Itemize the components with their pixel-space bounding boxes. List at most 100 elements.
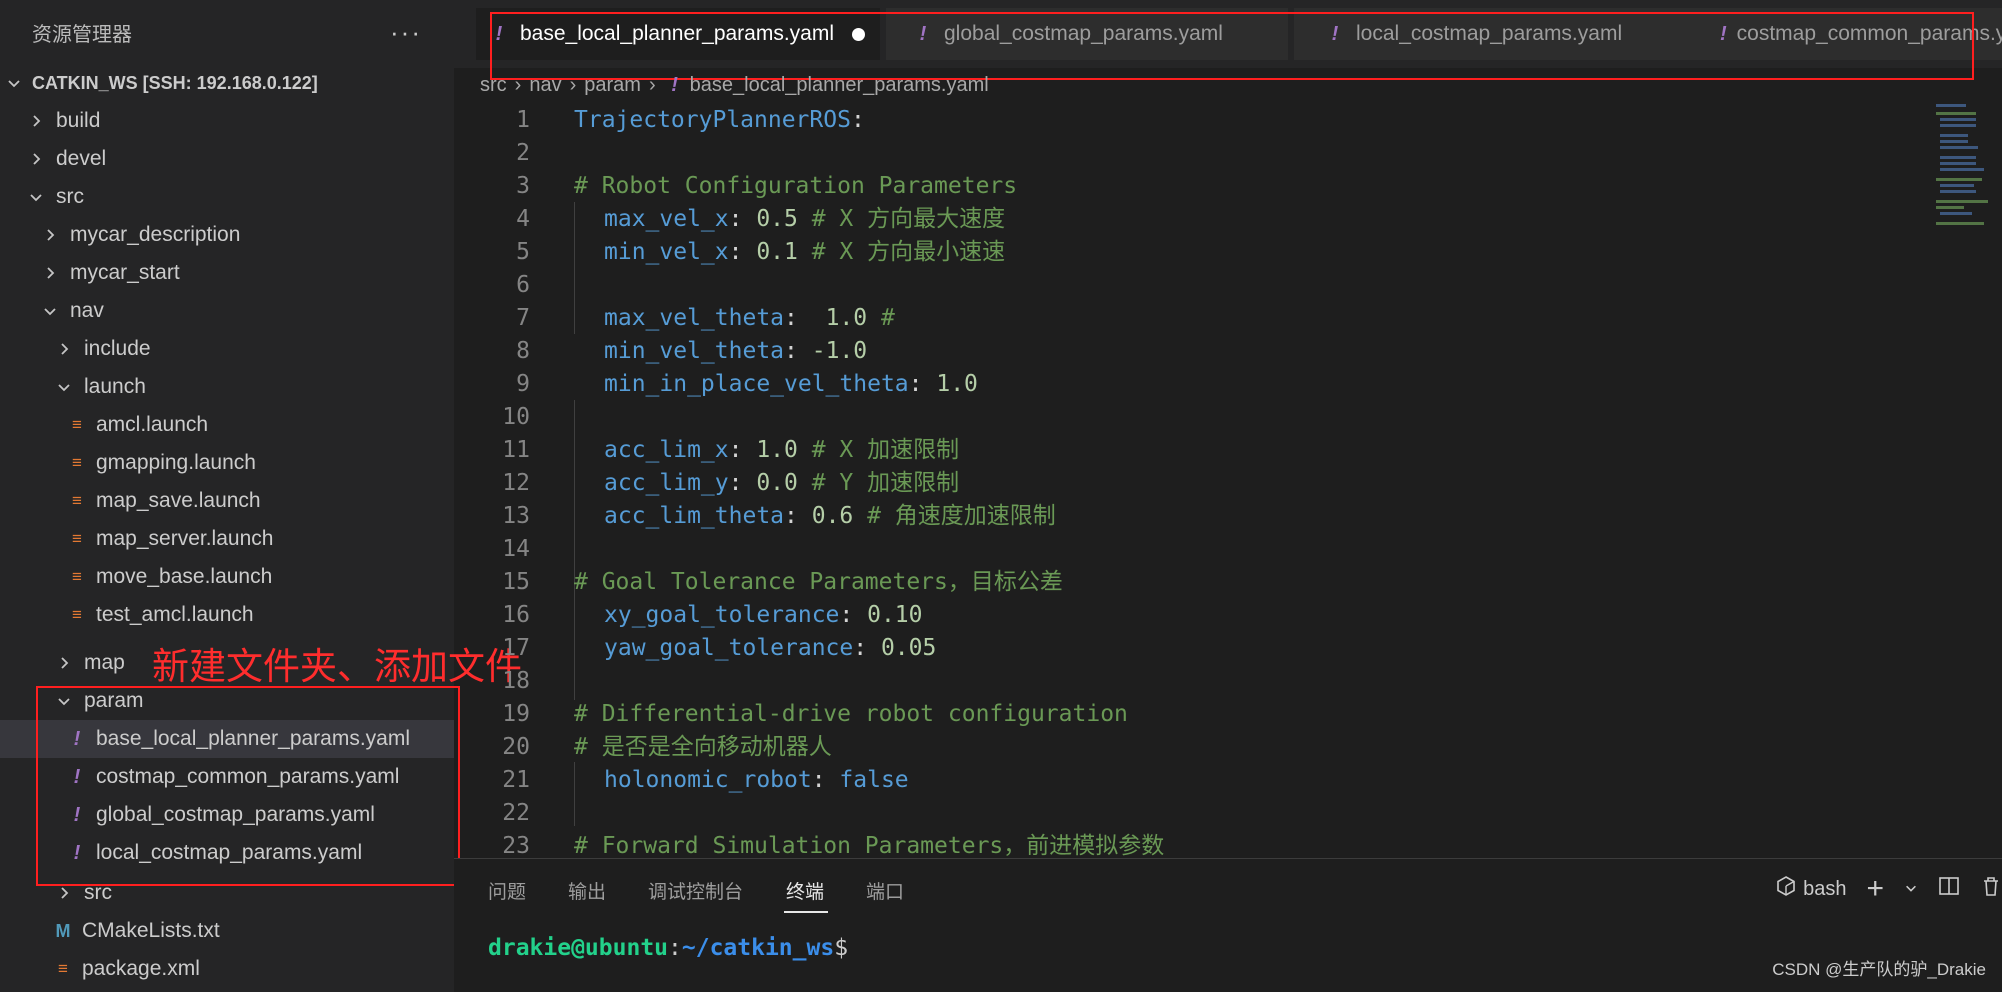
tree-file-map-server-launch[interactable]: ≡ map_server.launch [0, 520, 454, 558]
tree-folder-build[interactable]: build [0, 102, 454, 140]
tree-label: map_save.launch [96, 489, 261, 512]
minimap-line [1940, 118, 1976, 121]
tree-label: test_amcl.launch [96, 603, 254, 626]
panel-tab-ports[interactable]: 端口 [866, 877, 904, 904]
tree-folder-include[interactable]: include [0, 330, 454, 368]
comment: # Differential-drive robot configuration [574, 701, 1128, 727]
line-number: 4 [516, 206, 530, 232]
minimap-line [1936, 222, 1984, 225]
punct: : [784, 305, 826, 331]
comment: # [867, 305, 895, 331]
minimap[interactable] [1934, 102, 2002, 262]
tree-file-map-save-launch[interactable]: ≡ map_save.launch [0, 482, 454, 520]
line-number: 20 [502, 734, 530, 760]
chevron-right-icon [42, 227, 62, 243]
tree-label: mycar_description [70, 223, 241, 246]
tree-file-test-amcl-launch[interactable]: ≡ test_amcl.launch [0, 596, 454, 634]
tree-folder-devel[interactable]: devel [0, 140, 454, 178]
yaml-number: 0.1 [756, 239, 798, 265]
breadcrumb-item[interactable]: nav [529, 74, 561, 97]
chevron-right-icon [56, 655, 76, 671]
workspace-root[interactable]: CATKIN_WS [SSH: 192.168.0.122] [0, 64, 454, 102]
yaml-boolean: false [839, 767, 909, 793]
prompt-user: drakie@ubuntu [488, 935, 669, 961]
terminal-shell-selector[interactable]: bash [1775, 875, 1846, 903]
yaml-number: 1.0 [936, 371, 978, 397]
tree-label: amcl.launch [96, 413, 209, 436]
rss-icon: ≡ [72, 529, 82, 548]
tree-label: src [56, 185, 84, 208]
prompt-end: $ [834, 935, 849, 961]
tree-label: nav [70, 299, 104, 322]
tree-file-move-base-launch[interactable]: ≡ move_base.launch [0, 558, 454, 596]
panel-actions: bash + [1775, 874, 2002, 904]
trash-icon[interactable] [1980, 875, 2002, 903]
punct: : [728, 239, 757, 265]
line-number: 15 [502, 569, 530, 595]
breadcrumb-item[interactable]: base_local_planner_params.yaml [690, 74, 989, 97]
yaml-number: 0.05 [880, 635, 937, 661]
line-number: 23 [502, 833, 530, 858]
chevron-right-icon: › [514, 73, 522, 96]
punct: : [728, 206, 757, 232]
tree-label: move_base.launch [96, 565, 273, 588]
punct: : [839, 602, 868, 628]
line-number: 21 [502, 767, 530, 793]
yaml-key: min_in_place_vel_theta [604, 371, 909, 397]
tree-file-package-xml[interactable]: ≡ package.xml [0, 950, 454, 988]
tree-folder-mycar-start[interactable]: mycar_start [0, 254, 454, 292]
yaml-key: max_vel_theta [604, 305, 785, 331]
rss-icon: ≡ [72, 567, 82, 586]
yaml-number: 0.10 [867, 602, 923, 628]
yaml-number: 1.0 [825, 305, 868, 331]
more-actions-icon[interactable]: ··· [390, 17, 422, 48]
line-number: 6 [516, 272, 530, 298]
yaml-key: acc_lim_theta [604, 503, 785, 529]
tree-file-cmakelists[interactable]: M CMakeLists.txt [0, 912, 454, 950]
line-number: 14 [502, 536, 530, 562]
shell-label: bash [1803, 877, 1847, 900]
line-number: 7 [516, 305, 530, 331]
comment: # X 方向最大速度 [797, 206, 1006, 232]
indent-guide [574, 202, 575, 334]
chevron-right-icon [28, 113, 48, 129]
tree-folder-launch[interactable]: launch [0, 368, 454, 406]
tree-label: gmapping.launch [96, 451, 256, 474]
yaml-number: 1.0 [756, 437, 798, 463]
panel-tab-debug-console[interactable]: 调试控制台 [648, 877, 743, 904]
line-number: 17 [502, 635, 530, 661]
tree-file-gmapping-launch[interactable]: ≡ gmapping.launch [0, 444, 454, 482]
panel-tab-problems[interactable]: 问题 [488, 877, 526, 904]
line-number: 16 [502, 602, 530, 628]
code-editor[interactable]: 1 TrajectoryPlannerROS: 2 3 # Robot Config… [454, 102, 1934, 858]
chevron-down-icon[interactable] [1904, 878, 1918, 901]
highlight-box-param-folder [36, 686, 460, 886]
line-number: 11 [502, 437, 530, 463]
comment: # Goal Tolerance Parameters，目标公差 [574, 569, 1063, 595]
yaml-key: acc_lim_y [604, 470, 729, 496]
chevron-down-icon [42, 303, 62, 319]
punct: : [728, 437, 757, 463]
tree-folder-mycar-description[interactable]: mycar_description [0, 216, 454, 254]
breadcrumb-item[interactable]: param [584, 74, 641, 97]
minimap-line [1940, 156, 1976, 159]
rss-icon: ≡ [58, 959, 68, 978]
punct: : [728, 470, 757, 496]
plus-icon[interactable]: + [1866, 874, 1884, 904]
tree-folder-src[interactable]: src [0, 178, 454, 216]
minimap-line [1936, 200, 1988, 203]
breadcrumb-item[interactable]: src [480, 74, 507, 97]
punct: : [811, 767, 840, 793]
terminal-prompt[interactable]: drakie@ubuntu:~/catkin_ws$ [488, 935, 848, 961]
minimap-line [1940, 162, 1976, 165]
chevron-right-icon: › [569, 73, 577, 96]
yaml-key: min_vel_theta [604, 338, 785, 364]
split-terminal-icon[interactable] [1938, 875, 1960, 903]
rss-icon: ≡ [72, 605, 82, 624]
panel-tab-output[interactable]: 输出 [568, 877, 606, 904]
bottom-panel: 问题 输出 调试控制台 终端 端口 drakie@ubuntu:~/catkin… [454, 858, 2002, 992]
panel-tab-terminal[interactable]: 终端 [786, 877, 824, 904]
tree-folder-nav[interactable]: nav [0, 292, 454, 330]
minimap-line [1936, 178, 1982, 181]
tree-file-amcl-launch[interactable]: ≡ amcl.launch [0, 406, 454, 444]
